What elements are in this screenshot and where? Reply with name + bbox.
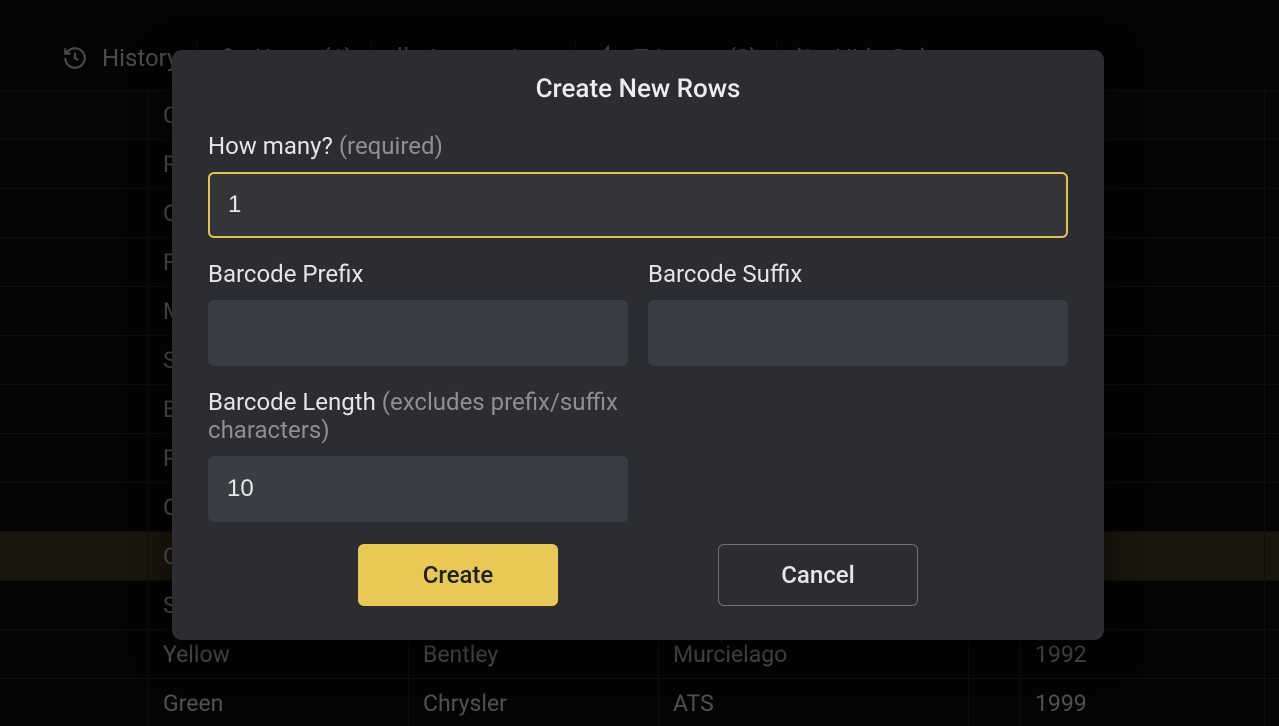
barcode-suffix-label: Barcode Suffix — [648, 260, 1068, 288]
barcode-prefix-field: Barcode Prefix — [208, 260, 628, 366]
barcode-length-label: Barcode Length (excludes prefix/suffix c… — [208, 388, 628, 444]
how-many-input[interactable] — [208, 172, 1068, 238]
modal-title: Create New Rows — [208, 74, 1068, 104]
create-rows-modal: Create New Rows How many? (required) Bar… — [172, 50, 1104, 640]
cancel-button[interactable]: Cancel — [718, 544, 918, 606]
barcode-suffix-field: Barcode Suffix — [648, 260, 1068, 366]
label-text: Barcode Length — [208, 388, 376, 416]
barcode-prefix-label: Barcode Prefix — [208, 260, 628, 288]
barcode-suffix-input[interactable] — [648, 300, 1068, 366]
label-hint: (required) — [339, 132, 443, 160]
label-text: How many? — [208, 132, 333, 160]
create-button[interactable]: Create — [358, 544, 558, 606]
modal-buttons: Create Cancel — [208, 544, 1068, 606]
barcode-length-input[interactable] — [208, 456, 628, 522]
how-many-label: How many? (required) — [208, 132, 1068, 160]
barcode-length-field: Barcode Length (excludes prefix/suffix c… — [208, 388, 628, 522]
barcode-prefix-input[interactable] — [208, 300, 628, 366]
how-many-field: How many? (required) — [208, 132, 1068, 238]
